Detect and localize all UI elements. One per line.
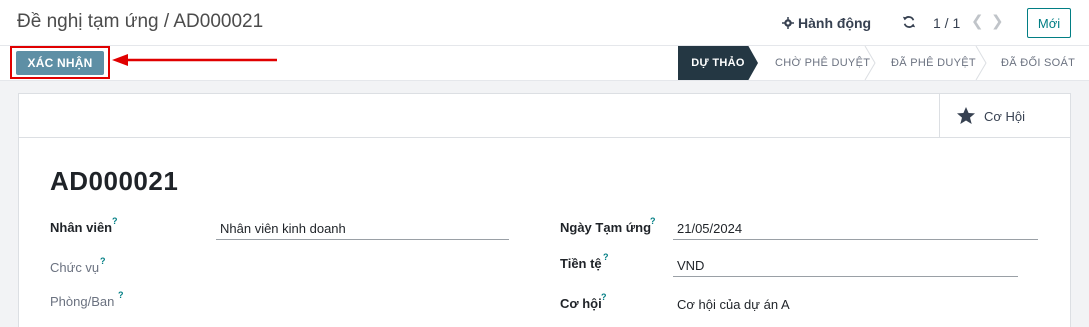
field-label-employee: Nhân viên: [50, 220, 113, 235]
advance-date-field[interactable]: 21/05/2024: [673, 221, 1038, 240]
new-button[interactable]: Mới: [1027, 8, 1071, 38]
employee-field[interactable]: Nhân viên kinh doanh: [216, 221, 509, 240]
annotation-arrow-icon: [112, 54, 277, 66]
stage-separator-icon: [864, 46, 876, 80]
help-tooltip-icon[interactable]: ?: [100, 256, 106, 266]
stage-reconciled[interactable]: ĐÃ ĐỐI SOÁT: [1001, 46, 1075, 80]
help-tooltip-icon[interactable]: ?: [601, 292, 607, 302]
currency-field[interactable]: VND: [673, 258, 1018, 277]
opportunity-smart-button[interactable]: Cơ Hội: [939, 94, 1070, 138]
help-tooltip-icon[interactable]: ?: [118, 290, 124, 300]
confirm-button[interactable]: XÁC NHẬN: [16, 51, 104, 75]
control-panel: Đề nghị tạm ứng / AD000021 Hành động 1 /…: [0, 0, 1089, 46]
opportunity-field[interactable]: Cơ hội của dự án A: [673, 297, 1018, 316]
stage-separator-icon: [975, 46, 987, 80]
field-label-advance-date: Ngày Tạm ứng: [560, 220, 652, 235]
help-tooltip-icon[interactable]: ?: [112, 216, 118, 226]
help-tooltip-icon[interactable]: ?: [650, 216, 656, 226]
smart-button-label: Cơ Hội: [984, 108, 1026, 124]
actions-label: Hành động: [798, 15, 872, 31]
pager-previous-button[interactable]: ❮: [971, 12, 984, 30]
field-label-opportunity: Cơ hội: [560, 296, 602, 311]
refresh-icon[interactable]: [902, 15, 916, 29]
pager-next-button[interactable]: ❯: [991, 12, 1004, 30]
pager-value[interactable]: 1 / 1: [933, 15, 960, 31]
field-label-department: Phòng/Ban: [50, 294, 115, 309]
field-label-position: Chức vụ: [50, 260, 100, 275]
field-label-currency: Tiền tệ: [560, 256, 602, 271]
record-title: AD000021: [50, 166, 179, 196]
breadcrumb[interactable]: Đề nghị tạm ứng / AD000021: [17, 11, 263, 33]
actions-menu-button[interactable]: Hành động: [782, 15, 871, 31]
gear-icon: [782, 17, 794, 29]
stage-waiting-approval[interactable]: CHỜ PHÊ DUYỆT: [775, 46, 870, 80]
form-sheet: Cơ Hội: [18, 93, 1071, 327]
star-icon: [957, 107, 975, 124]
button-box: Cơ Hội: [19, 94, 1070, 138]
help-tooltip-icon[interactable]: ?: [603, 252, 609, 262]
stage-draft[interactable]: DỰ THẢO: [678, 46, 758, 80]
stage-approved[interactable]: ĐÃ PHÊ DUYỆT: [891, 46, 976, 80]
